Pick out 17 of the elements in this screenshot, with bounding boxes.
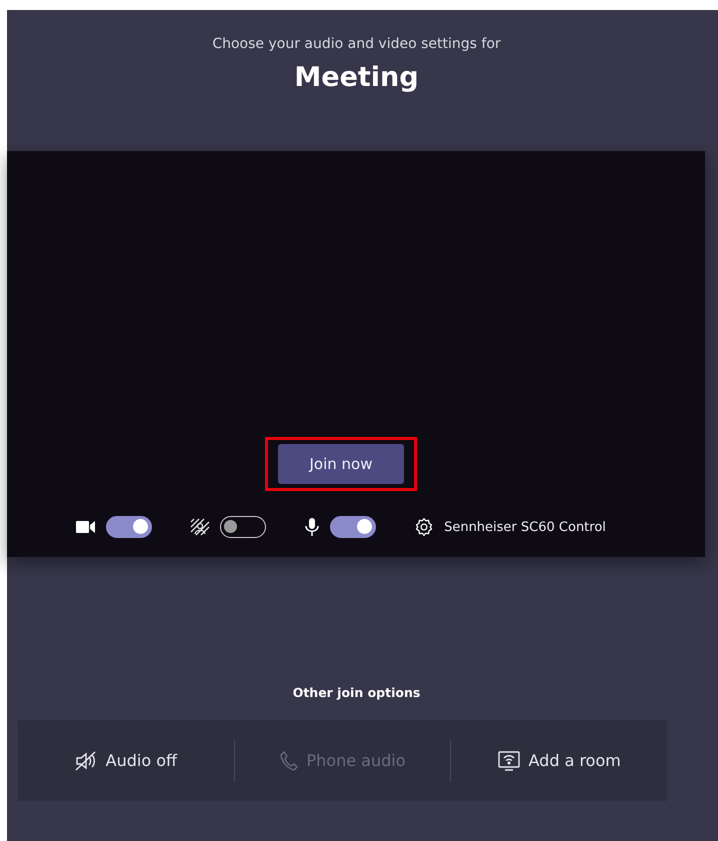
join-now-button[interactable]: Join now xyxy=(278,444,404,484)
meeting-title: Meeting xyxy=(293,62,420,93)
settings-icon[interactable] xyxy=(414,517,434,537)
toggle-switch[interactable] xyxy=(220,516,266,538)
room-button[interactable]: Add a room xyxy=(451,720,668,801)
phone-icon xyxy=(280,750,298,770)
audio-device-label[interactable]: Sennheiser SC60 Control xyxy=(444,520,606,534)
toggle-switch[interactable] xyxy=(330,516,376,538)
microphone-icon xyxy=(304,517,320,537)
speaker-muted-icon xyxy=(74,750,97,770)
audio-off-button[interactable]: Audio off xyxy=(18,720,234,801)
room-display-icon xyxy=(498,750,520,770)
toggle-switch[interactable] xyxy=(106,516,152,538)
settings-prompt: Choose your audio and video settings for xyxy=(211,36,502,52)
background-blur-icon xyxy=(190,518,210,536)
other-join-options-heading: Other join options xyxy=(292,685,422,700)
camera-icon xyxy=(76,520,96,534)
